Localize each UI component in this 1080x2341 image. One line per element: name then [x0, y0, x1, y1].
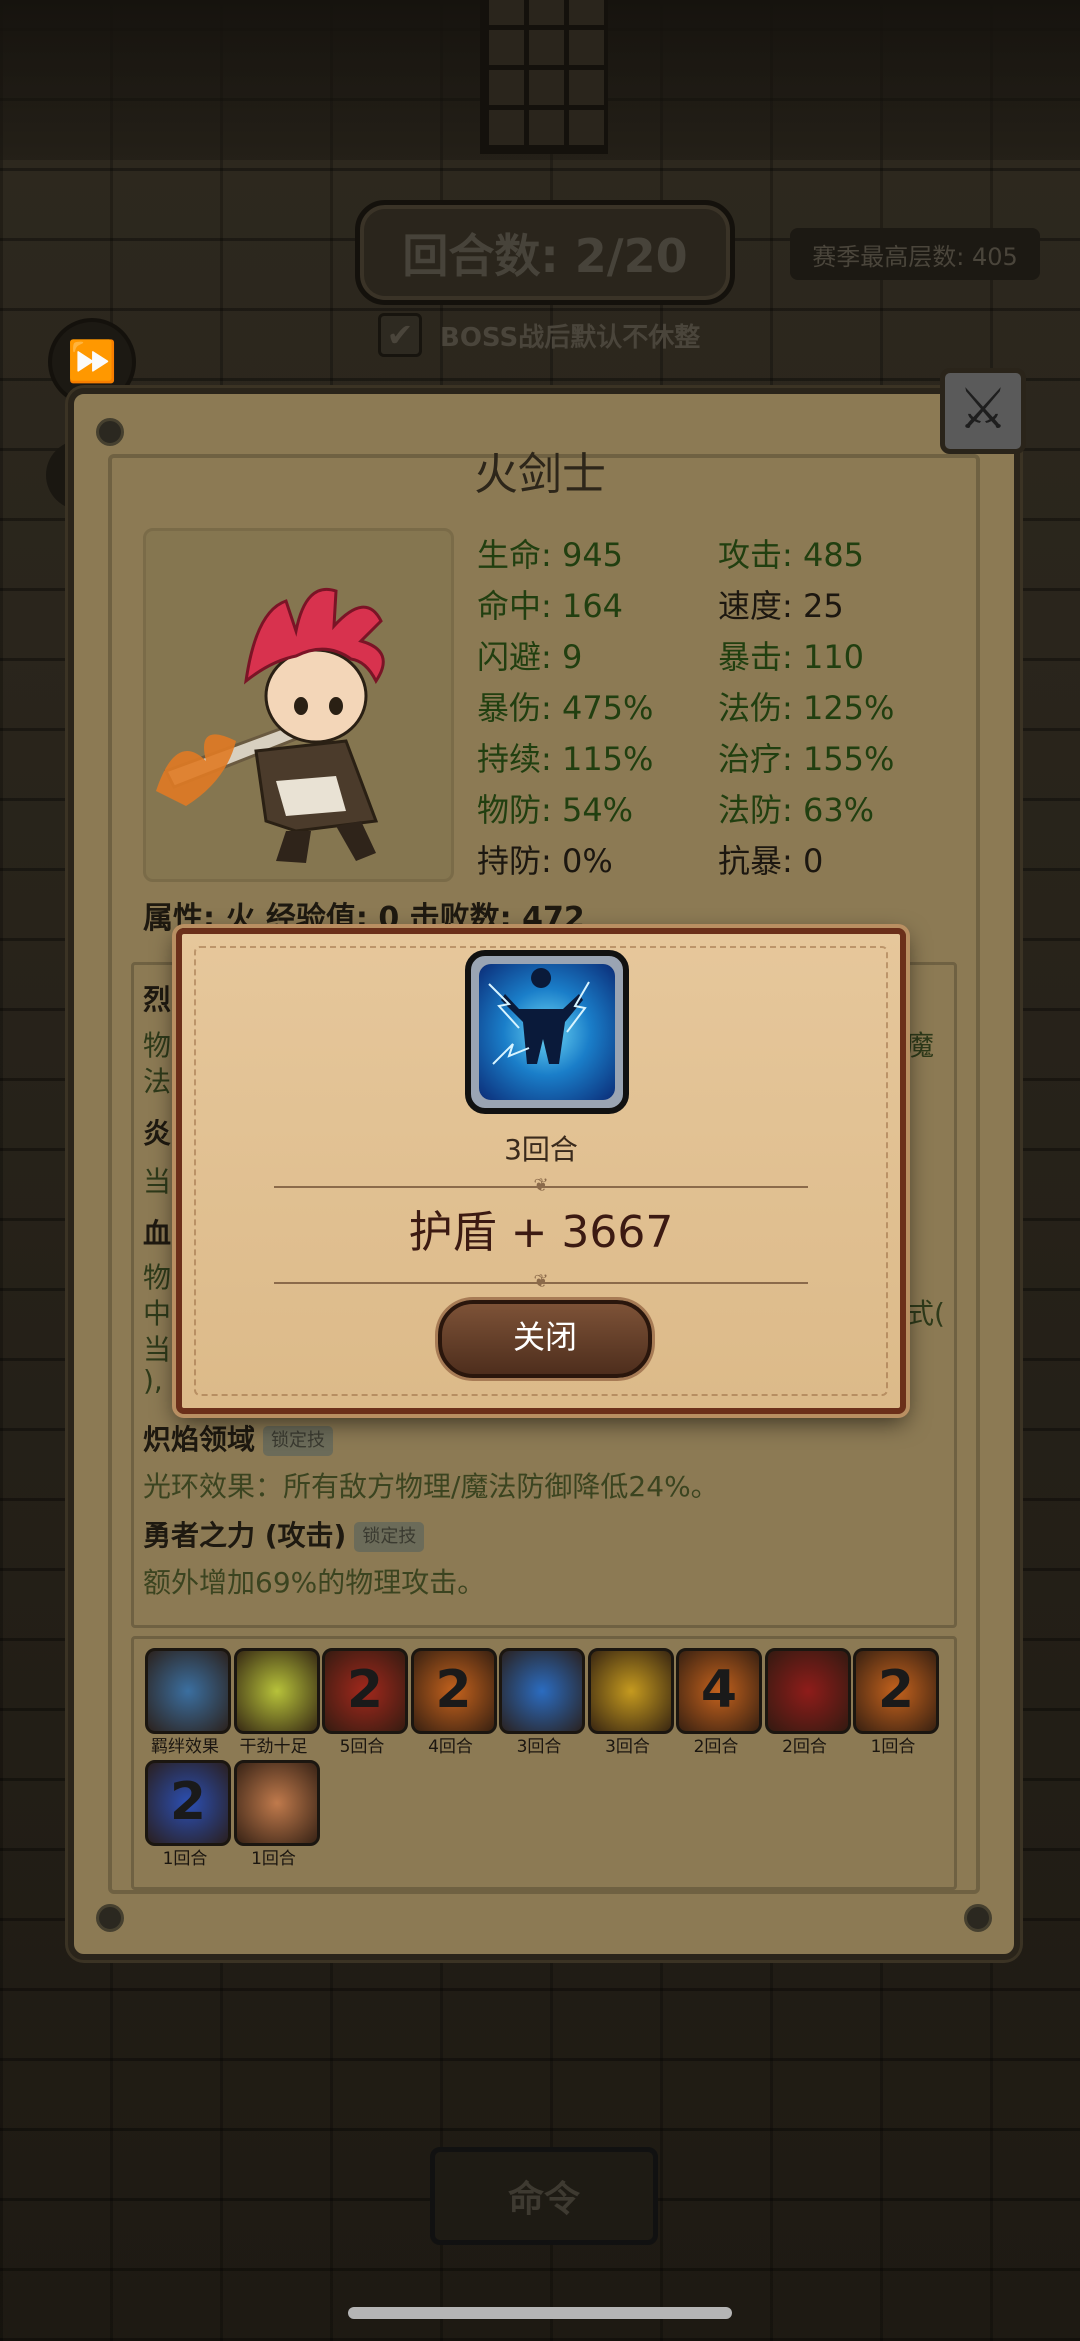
armor-shield-icon[interactable] [233, 1760, 320, 1846]
command-button-label: 命令 [507, 2179, 580, 2220]
skill-fragment: 式( [906, 1297, 945, 1330]
popup-divider: ❦ [274, 1272, 808, 1292]
stat-crit: 暴击: 110 [718, 638, 865, 676]
popup-rounds: 3回合 [504, 1133, 578, 1166]
red-sigil-icon[interactable] [764, 1648, 851, 1734]
fire-swordsman-portrait-icon [156, 588, 385, 863]
skill-fragment: 血 [143, 1217, 172, 1250]
stat-dot-defense: 持防: 0% [477, 842, 613, 880]
buff-label: 羁绊效果 [151, 1737, 219, 1757]
blue-2-icon[interactable]: 2 [145, 1760, 231, 1846]
golden-shield-icon[interactable] [587, 1648, 674, 1734]
popup-close-button[interactable]: 关闭 [438, 1300, 652, 1378]
locked-skill-tag: 锁定技 [354, 1522, 425, 1552]
skill-description: 光环效果：所有敌方物理/魔法防御降低24%。 [143, 1470, 719, 1503]
stat-healing: 治疗: 155% [718, 740, 895, 778]
round-counter-text: 回合数: 2/20 [402, 228, 688, 283]
stat-magic-damage: 法伤: 125% [718, 689, 895, 727]
skill-blazing-field: 炽焰领域 锁定技 [143, 1418, 334, 1458]
buff-label: 1回合 [251, 1849, 296, 1869]
stat-attack: 攻击: 485 [718, 536, 865, 574]
command-button[interactable]: 命令 [430, 2147, 658, 2245]
stat-crit-damage: 暴伤: 475% [477, 689, 654, 727]
boss-rest-option[interactable]: ✔ BOSS战后默认不休整 [378, 310, 700, 360]
buff-label: 1回合 [162, 1849, 208, 1869]
skill-name-text: 炽焰领域 [143, 1423, 256, 1456]
buff-label: 4回合 [428, 1737, 473, 1757]
lightning-shield-icon[interactable] [499, 1648, 585, 1734]
skill-fragment: 当 [143, 1333, 172, 1366]
castle-window [480, 0, 608, 154]
buff-label: 3回合 [605, 1737, 650, 1757]
skill-fragment: 当 [143, 1165, 172, 1198]
skill-fragment: 物 [143, 1029, 172, 1062]
corner-stud-icon [964, 1904, 992, 1932]
popup-buff-icon-frame [465, 950, 629, 1114]
hero-portrait [143, 528, 454, 882]
stat-magic-defense: 法防: 63% [718, 791, 875, 829]
home-indicator[interactable] [348, 2307, 732, 2319]
skill-fragment: 中 [143, 1297, 172, 1330]
flame-2-icon[interactable]: 2 [853, 1648, 939, 1734]
buff-label: 干劲十足 [239, 1737, 308, 1757]
stat-crit-resist: 抗暴: 0 [718, 842, 824, 880]
ornament-icon: ❦ [533, 1271, 549, 1292]
boss-rest-checkbox[interactable]: ✔ [378, 313, 422, 357]
skill-fragment: 魔 [906, 1029, 935, 1062]
buff-label: 3回合 [516, 1737, 562, 1757]
buff-label: 1回合 [870, 1737, 916, 1757]
energy-face-icon[interactable] [233, 1648, 320, 1734]
season-best-text: 赛季最高层数: 405 [812, 242, 1018, 271]
flame-4-icon[interactable]: 4 [676, 1648, 762, 1734]
popup-effect: 护盾 + 3667 [408, 1207, 674, 1258]
stat-dodge: 闪避: 9 [477, 638, 583, 676]
bond-icon[interactable] [145, 1648, 231, 1734]
stat-hp: 生命: 945 [477, 536, 624, 574]
skill-fragment: ), [143, 1364, 163, 1397]
skill-fragment: 烈 [143, 983, 172, 1016]
popup-divider: ❦ [274, 1176, 808, 1196]
buff-label: 2回合 [782, 1737, 827, 1757]
buff-label: 2回合 [693, 1737, 739, 1757]
fast-forward-icon: ⏩ [67, 339, 117, 385]
stat-duration: 持续: 115% [477, 740, 654, 778]
ornament-icon: ❦ [533, 1175, 549, 1196]
stat-speed: 速度: 25 [718, 587, 844, 625]
flame-2-icon[interactable]: 2 [410, 1648, 497, 1734]
skill-hero-power: 勇者之力 (攻击) 锁定技 [143, 1514, 425, 1554]
lightning-shield-icon [479, 964, 615, 1100]
season-best-badge: 赛季最高层数: 405 [790, 228, 1040, 280]
stat-hit: 命中: 164 [477, 587, 624, 625]
crossed-swords-icon: ⚔ [957, 377, 1009, 442]
fire-2-icon[interactable]: 2 [322, 1648, 408, 1734]
skill-name-text: 勇者之力 (攻击) [143, 1519, 347, 1552]
locked-skill-tag: 锁定技 [263, 1426, 334, 1456]
skill-fragment: 炎 [143, 1117, 172, 1150]
round-counter: 回合数: 2/20 [355, 200, 735, 305]
buff-label: 5回合 [339, 1737, 385, 1757]
skill-fragment: 物 [143, 1261, 172, 1294]
stat-physical-defense: 物防: 54% [477, 791, 634, 829]
skill-description: 额外增加69%的物理攻击。 [143, 1566, 486, 1599]
skill-fragment: 法 [143, 1065, 172, 1098]
buff-detail-popup: 3回合 ❦ 护盾 + 3667 ❦ 关闭 [176, 928, 906, 1414]
lightning-figure-icon [488, 968, 590, 1065]
corner-stud-icon [96, 1904, 124, 1932]
boss-rest-label: BOSS战后默认不休整 [440, 322, 701, 353]
hero-name: 火剑士 [474, 449, 606, 500]
